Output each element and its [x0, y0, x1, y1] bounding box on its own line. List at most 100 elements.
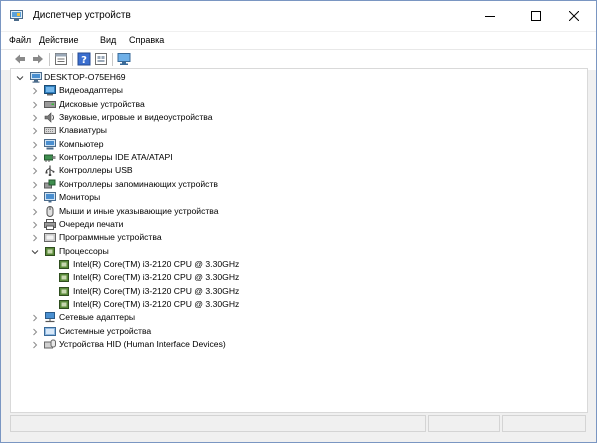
speaker-icon	[44, 112, 54, 123]
show-hidden-icon[interactable]	[94, 52, 108, 66]
tree-category-row[interactable]: Процессоры	[11, 245, 581, 258]
status-segment	[10, 415, 426, 432]
back-arrow-icon[interactable]	[13, 52, 27, 66]
chevron-right-icon[interactable]	[31, 114, 39, 122]
monitor-scan-icon[interactable]	[117, 52, 131, 66]
tree-category-label: Клавиатуры	[59, 125, 107, 136]
tree-category-label: Программные устройства	[59, 232, 162, 243]
usb-icon	[45, 165, 55, 177]
menu-bar: Файл Действие Вид Справка	[1, 32, 596, 49]
device-manager-app-icon	[10, 10, 23, 21]
tree-category-row[interactable]: Мыши и иные указывающие устройства	[11, 205, 581, 218]
chevron-right-icon[interactable]	[31, 181, 39, 189]
tree-category-label: Контроллеры IDE ATA/ATAPI	[59, 152, 173, 163]
chevron-right-icon[interactable]	[31, 314, 39, 322]
tree-category-row[interactable]: Программные устройства	[11, 231, 581, 244]
computer-icon	[44, 138, 56, 150]
tree-category-row[interactable]: Системные устройства	[11, 325, 581, 338]
tree-category-row[interactable]: Контроллеры запоминающих устройств	[11, 178, 581, 191]
tree-category-label: Процессоры	[59, 245, 109, 256]
cpu-icon	[59, 286, 69, 296]
tree-root-label: DESKTOP-O75EH69	[44, 72, 126, 82]
minimize-icon	[485, 16, 495, 17]
menu-action[interactable]: Действие	[39, 35, 79, 45]
tree-category-label: Дисковые устройства	[59, 98, 145, 109]
software-device-icon	[44, 233, 56, 243]
svg-text:?: ?	[81, 55, 87, 66]
chevron-right-icon[interactable]	[31, 328, 39, 336]
tree-category-label: Устройства HID (Human Interface Devices)	[59, 339, 226, 349]
tree-category-row[interactable]: Устройства HID (Human Interface Devices)	[11, 338, 581, 351]
status-bar	[10, 413, 586, 432]
tree-category-row[interactable]: Видеоадаптеры	[11, 84, 581, 97]
tree-category-row[interactable]: Очереди печати	[11, 218, 581, 231]
tree-category-label: Компьютер	[59, 138, 104, 149]
chevron-right-icon[interactable]	[31, 154, 39, 162]
computer-root-icon	[30, 72, 42, 83]
tree-category-row[interactable]: Клавиатуры	[11, 124, 581, 137]
tree-category-label: Контроллеры запоминающих устройств	[59, 178, 218, 189]
tree-category-row[interactable]: Мониторы	[11, 191, 581, 204]
tree-category-row[interactable]: Звуковые, игровые и видеоустройства	[11, 111, 581, 124]
chevron-right-icon[interactable]	[31, 101, 39, 109]
tree-device-label: Intel(R) Core(TM) i3-2120 CPU @ 3.30GHz	[73, 272, 240, 283]
chevron-right-icon[interactable]	[31, 208, 39, 216]
toolbar-separator	[72, 53, 73, 66]
minimize-button[interactable]	[468, 1, 512, 31]
tree-category-row[interactable]: Контроллеры USB	[11, 164, 581, 177]
chevron-down-icon[interactable]	[31, 248, 39, 256]
tree-device-row[interactable]: Intel(R) Core(TM) i3-2120 CPU @ 3.30GHz	[11, 271, 581, 284]
chevron-right-icon[interactable]	[31, 221, 39, 229]
close-button[interactable]	[552, 1, 596, 31]
chevron-right-icon[interactable]	[31, 341, 39, 349]
network-adapter-icon	[45, 312, 55, 323]
tree-category-row[interactable]: Контроллеры IDE ATA/ATAPI	[11, 151, 581, 164]
help-icon[interactable]: ?	[77, 52, 91, 66]
system-device-icon	[44, 326, 56, 336]
display-adapter-icon	[44, 85, 56, 96]
chevron-right-icon[interactable]	[31, 167, 39, 175]
tree-device-label: Intel(R) Core(TM) i3-2120 CPU @ 3.30GHz	[73, 258, 240, 269]
menu-help[interactable]: Справка	[129, 35, 164, 45]
printer-icon	[44, 218, 56, 230]
chevron-right-icon[interactable]	[31, 194, 39, 202]
window-title: Диспетчер устройств	[33, 10, 131, 21]
chevron-right-icon[interactable]	[31, 141, 39, 149]
tree-device-label: Intel(R) Core(TM) i3-2120 CPU @ 3.30GHz	[73, 298, 240, 309]
chevron-right-icon[interactable]	[31, 127, 39, 135]
status-segment	[428, 415, 500, 432]
close-icon	[569, 11, 579, 21]
ide-controller-icon	[44, 154, 56, 163]
menu-view[interactable]: Вид	[100, 35, 116, 45]
tree-category-label: Видеоадаптеры	[59, 85, 123, 96]
tree-category-label: Звуковые, игровые и видеоустройства	[59, 112, 213, 122]
chevron-right-icon[interactable]	[31, 234, 39, 242]
tree-root-row[interactable]: DESKTOP-O75EH69	[11, 71, 581, 84]
tree-category-row[interactable]: Компьютер	[11, 138, 581, 151]
processor-icon	[45, 246, 55, 256]
tree-device-row[interactable]: Intel(R) Core(TM) i3-2120 CPU @ 3.30GHz	[11, 298, 581, 311]
menu-file[interactable]: Файл	[9, 35, 31, 45]
forward-arrow-icon[interactable]	[31, 52, 45, 66]
chevron-right-icon[interactable]	[31, 87, 39, 95]
properties-icon[interactable]	[54, 52, 68, 66]
tree-category-row[interactable]: Дисковые устройства	[11, 98, 581, 111]
tree-category-label: Мониторы	[59, 192, 101, 203]
monitor-icon	[44, 192, 56, 203]
device-tree-pane[interactable]: DESKTOP-O75EH69 Видеоадаптеры Дисковые уст…	[10, 68, 588, 413]
tree-category-label: Сетевые адаптеры	[59, 312, 136, 323]
status-segment	[502, 415, 586, 432]
title-bar[interactable]: Диспетчер устройств	[1, 1, 596, 31]
device-manager-window: Диспетчер устройств Файл Действие Вид Сп…	[0, 0, 597, 443]
mouse-icon	[46, 205, 54, 217]
cpu-icon	[59, 299, 69, 309]
hid-icon	[44, 339, 56, 349]
chevron-down-icon[interactable]	[16, 74, 24, 82]
tree-device-row[interactable]: Intel(R) Core(TM) i3-2120 CPU @ 3.30GHz	[11, 258, 581, 271]
maximize-icon	[531, 11, 541, 21]
cpu-icon	[59, 259, 69, 269]
tree-category-row[interactable]: Сетевые адаптеры	[11, 311, 581, 324]
tree-device-row[interactable]: Intel(R) Core(TM) i3-2120 CPU @ 3.30GHz	[11, 285, 581, 298]
toolbar-separator	[49, 53, 50, 66]
tree-device-label: Intel(R) Core(TM) i3-2120 CPU @ 3.30GHz	[73, 285, 240, 296]
